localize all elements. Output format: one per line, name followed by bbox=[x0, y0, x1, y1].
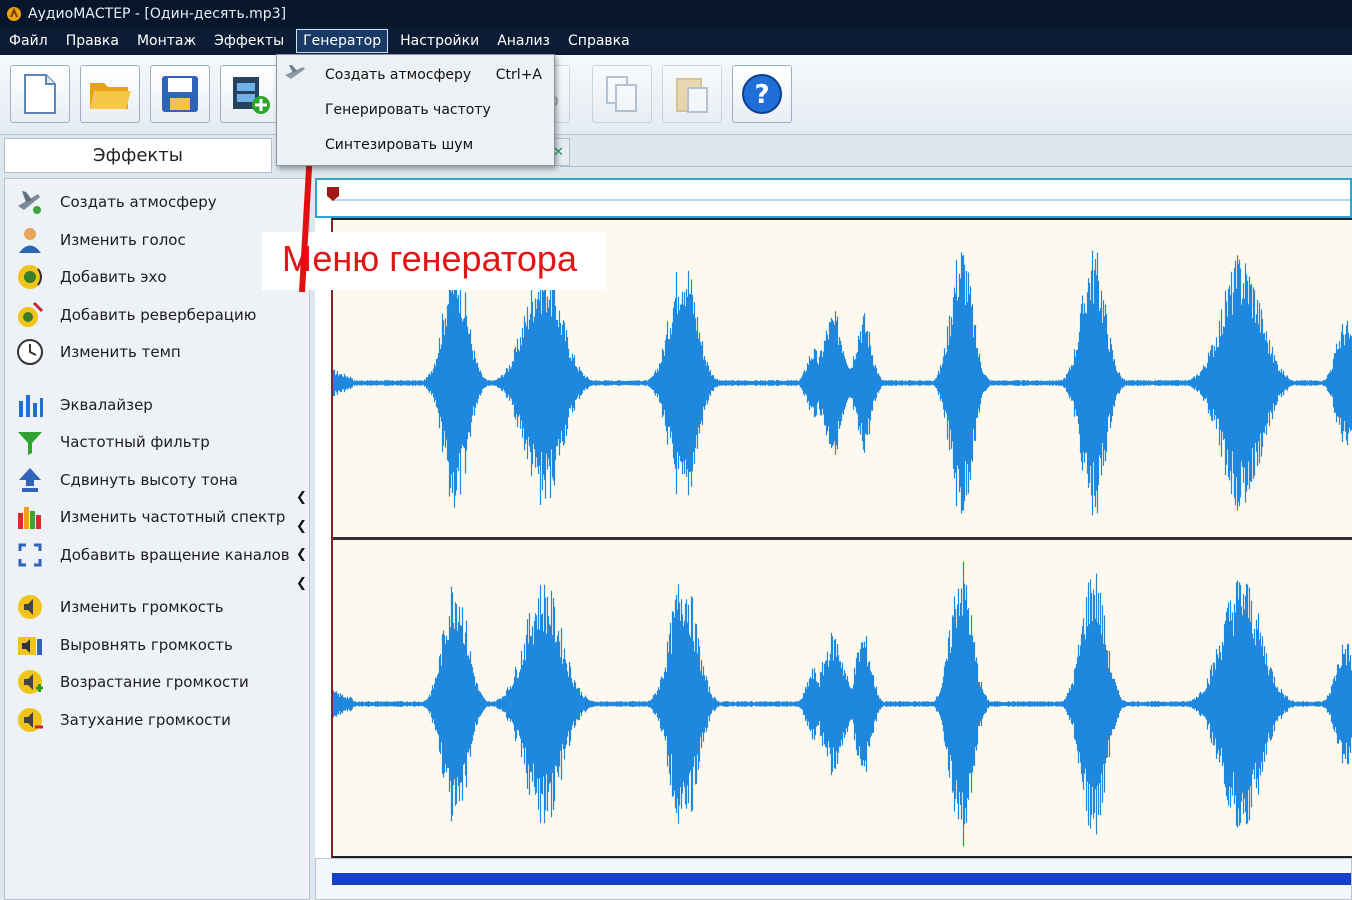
effect-item[interactable]: Изменить темп bbox=[16, 337, 181, 367]
menu-settings[interactable]: Настройки bbox=[394, 30, 485, 52]
save-icon bbox=[162, 76, 198, 112]
menu-montage[interactable]: Монтаж bbox=[131, 30, 202, 52]
menu-item-generate-frequency[interactable]: Генерировать частоту bbox=[277, 92, 554, 127]
timeline-ruler[interactable] bbox=[315, 178, 1352, 218]
menu-item-label: Генерировать частоту bbox=[325, 101, 491, 118]
effect-item[interactable]: Изменить голос bbox=[16, 225, 186, 255]
person-icon bbox=[16, 226, 44, 254]
effect-item[interactable]: Изменить частотный спектр bbox=[16, 502, 285, 532]
app-logo-icon bbox=[7, 6, 21, 21]
fade-in-icon bbox=[16, 668, 44, 696]
menu-item-shortcut: Ctrl+A bbox=[495, 66, 542, 83]
open-folder-icon bbox=[90, 83, 131, 109]
copy-icon bbox=[606, 76, 637, 112]
effect-item-label: Изменить частотный спектр bbox=[60, 508, 286, 526]
volume-level-icon bbox=[16, 631, 44, 659]
new-file-icon bbox=[24, 74, 56, 114]
chevron-left-icon[interactable]: ❮ bbox=[296, 519, 307, 534]
scrollbar-thumb[interactable] bbox=[332, 873, 1351, 885]
paste-icon bbox=[676, 78, 708, 113]
effect-item-label: Частотный фильтр bbox=[60, 433, 210, 451]
spectrum-icon bbox=[16, 503, 44, 531]
effect-item[interactable]: Создать атмосферу bbox=[16, 187, 217, 217]
annotation-label: Меню генератора bbox=[282, 238, 577, 279]
effect-item-label: Сдвинуть высоту тона bbox=[60, 471, 238, 489]
volume-icon bbox=[16, 593, 44, 621]
menu-item-label: Создать атмосферу bbox=[325, 66, 472, 83]
effects-tab[interactable]: Эффекты bbox=[4, 138, 272, 173]
playhead-marker-icon[interactable] bbox=[326, 186, 340, 202]
effect-item-label: Добавить реверберацию bbox=[60, 306, 257, 324]
effect-item[interactable]: Возрастание громкости bbox=[16, 667, 249, 697]
new-file-button[interactable] bbox=[10, 65, 70, 123]
chevron-left-icon[interactable]: ❮ bbox=[296, 547, 307, 562]
effect-item-label: Добавить вращение каналов bbox=[60, 546, 290, 564]
help-button[interactable]: ? bbox=[732, 65, 792, 123]
window-title: АудиоМАСТЕР - [Один-десять.mp3] bbox=[28, 5, 287, 22]
waveform-path bbox=[333, 250, 1352, 516]
effect-item-label: Возрастание громкости bbox=[60, 673, 249, 691]
effect-item[interactable]: Частотный фильтр bbox=[16, 427, 210, 457]
menu-file[interactable]: Файл bbox=[3, 30, 54, 52]
speaker-reverb-icon bbox=[16, 301, 44, 329]
effect-item[interactable]: Добавить реверберацию bbox=[16, 300, 256, 330]
menu-item-create-atmosphere[interactable]: Создать атмосферу Ctrl+A bbox=[277, 57, 554, 92]
save-button[interactable] bbox=[150, 65, 210, 123]
effect-item[interactable]: Сдвинуть высоту тона bbox=[16, 465, 238, 495]
speaker-icon bbox=[16, 263, 44, 291]
menu-generator[interactable]: Генератор bbox=[296, 29, 389, 53]
pitch-up-icon bbox=[16, 466, 44, 494]
add-video-icon bbox=[233, 77, 270, 114]
effect-item[interactable]: Эквалайзер bbox=[16, 390, 153, 420]
effect-item-label: Изменить громкость bbox=[60, 598, 224, 616]
effect-item-label: Изменить темп bbox=[60, 343, 181, 361]
effect-item-label: Добавить эхо bbox=[60, 268, 167, 286]
waveform-path bbox=[333, 561, 1352, 847]
menu-help[interactable]: Справка bbox=[562, 30, 636, 52]
toolbar: ? bbox=[0, 55, 1352, 135]
menu-bar: Файл Правка Монтаж Эффекты Генератор Нас… bbox=[0, 27, 1352, 55]
airplane-icon bbox=[16, 188, 44, 216]
menu-item-synthesize-noise[interactable]: Синтезировать шум bbox=[277, 127, 554, 162]
effect-item-label: Создать атмосферу bbox=[60, 193, 217, 211]
add-video-button[interactable] bbox=[220, 65, 280, 123]
open-folder-button[interactable] bbox=[80, 65, 140, 123]
copy-button[interactable] bbox=[592, 65, 652, 123]
help-icon: ? bbox=[742, 74, 782, 114]
title-bar: АудиоМАСТЕР - [Один-десять.mp3] bbox=[0, 0, 1352, 27]
svg-text:?: ? bbox=[754, 80, 769, 110]
rotate-icon bbox=[16, 541, 44, 569]
timeline-track bbox=[331, 199, 1350, 201]
generator-dropdown-menu: Создать атмосферу Ctrl+A Генерировать ча… bbox=[276, 54, 555, 166]
tab-strip bbox=[560, 166, 1352, 174]
equalizer-icon bbox=[16, 391, 44, 419]
effect-item[interactable]: Изменить громкость bbox=[16, 592, 224, 622]
effect-item-label: Выровнять громкость bbox=[60, 636, 233, 654]
effect-item-label: Изменить голос bbox=[60, 231, 186, 249]
menu-edit[interactable]: Правка bbox=[60, 30, 125, 52]
chevron-left-icon[interactable]: ❮ bbox=[296, 490, 307, 505]
waveform-container bbox=[315, 218, 1352, 858]
clock-icon bbox=[16, 338, 44, 366]
chevron-left-icon[interactable]: ❮ bbox=[296, 576, 307, 591]
menu-item-label: Синтезировать шум bbox=[325, 136, 474, 153]
app-window: АудиоМАСТЕР - [Один-десять.mp3] Файл Пра… bbox=[0, 0, 1352, 900]
fade-out-icon bbox=[16, 706, 44, 734]
effect-item[interactable]: Затухание громкости bbox=[16, 705, 231, 735]
menu-analysis[interactable]: Анализ bbox=[491, 30, 556, 52]
effect-item[interactable]: Добавить вращение каналов bbox=[16, 540, 290, 570]
effect-item-label: Эквалайзер bbox=[60, 396, 153, 414]
menu-effects[interactable]: Эффекты bbox=[208, 30, 290, 52]
funnel-icon bbox=[16, 428, 44, 456]
effect-item[interactable]: Выровнять громкость bbox=[16, 630, 233, 660]
waveform-view[interactable] bbox=[331, 218, 1352, 858]
waveform-channel-right bbox=[333, 561, 1352, 847]
effects-tab-label: Эффекты bbox=[93, 145, 183, 166]
airplane-icon bbox=[285, 65, 305, 79]
paste-button[interactable] bbox=[662, 65, 722, 123]
horizontal-scrollbar[interactable] bbox=[315, 858, 1352, 900]
effect-item-label: Затухание громкости bbox=[60, 711, 231, 729]
effect-item[interactable]: Добавить эхо bbox=[16, 262, 167, 292]
